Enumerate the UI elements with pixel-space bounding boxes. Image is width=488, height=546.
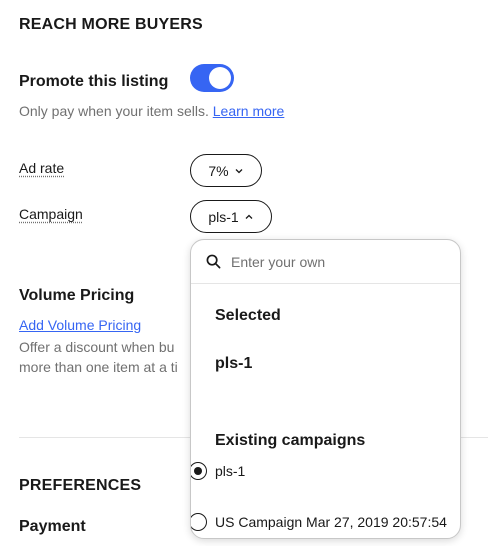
radio-button-unchecked[interactable]	[191, 513, 207, 531]
campaign-search-input[interactable]	[231, 253, 451, 270]
campaign-option-us-campaign[interactable]: US Campaign Mar 27, 2019 20:57:54	[191, 513, 447, 531]
promote-listing-title: Promote this listing	[19, 73, 169, 90]
chevron-up-icon	[245, 214, 253, 219]
payment-label: Payment	[19, 518, 86, 535]
promote-description-text: Only pay when your item sells.	[19, 103, 209, 119]
promote-listing-toggle[interactable]	[190, 64, 234, 92]
campaign-option-label: US Campaign Mar 27, 2019 20:57:54	[215, 514, 447, 530]
volume-pricing-title: Volume Pricing	[19, 287, 135, 304]
volume-pricing-description-line1: Offer a discount when bu	[19, 339, 175, 355]
campaign-label: Campaign	[19, 206, 83, 222]
section-heading-preferences: PREFERENCES	[19, 477, 142, 494]
learn-more-link[interactable]: Learn more	[213, 103, 285, 119]
add-volume-pricing-link[interactable]: Add Volume Pricing	[19, 317, 141, 333]
section-heading-reach-more-buyers: REACH MORE BUYERS	[19, 16, 203, 33]
campaign-select[interactable]: pls-1	[190, 200, 272, 233]
ad-rate-label: Ad rate	[19, 160, 65, 176]
toggle-knob	[209, 67, 231, 89]
campaign-option-pls-1[interactable]: pls-1	[191, 462, 246, 480]
chevron-down-icon	[235, 168, 243, 173]
existing-campaigns-heading: Existing campaigns	[215, 432, 366, 449]
selected-campaign-option[interactable]: pls-1	[215, 355, 252, 373]
campaign-value: pls-1	[208, 208, 239, 225]
promote-description: Only pay when your item sells. Learn mor…	[19, 103, 284, 119]
ad-rate-select[interactable]: 7%	[190, 154, 262, 187]
volume-pricing-description-line2: more than one item at a ti	[19, 359, 178, 375]
volume-pricing-description: Offer a discount when bu more than one i…	[19, 337, 178, 377]
ad-rate-value: 7%	[208, 162, 229, 179]
campaign-search-bar	[191, 240, 460, 284]
search-icon	[206, 254, 221, 269]
selected-heading: Selected	[215, 307, 281, 324]
campaign-option-label: pls-1	[215, 463, 246, 479]
campaign-dropdown: Selected pls-1 Existing campaigns pls-1 …	[190, 239, 461, 539]
radio-button-checked[interactable]	[191, 462, 207, 480]
